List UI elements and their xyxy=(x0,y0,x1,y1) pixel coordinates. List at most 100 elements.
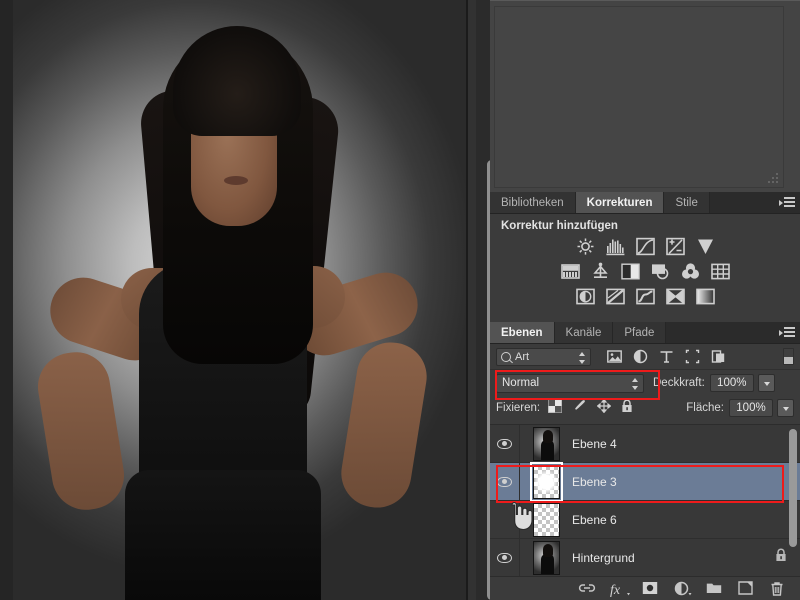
layer-name[interactable]: Ebene 4 xyxy=(572,437,617,451)
adjustment-icon-grid xyxy=(490,234,800,306)
layer-name[interactable]: Ebene 6 xyxy=(572,513,617,527)
layers-bottom-toolbar: fx xyxy=(490,576,800,600)
layer-visibility-toggle[interactable] xyxy=(490,425,520,462)
layer-thumbnail xyxy=(532,540,560,575)
new-group-icon[interactable] xyxy=(706,581,722,597)
table-row[interactable]: Ebene 6 xyxy=(490,501,800,539)
table-row[interactable]: Ebene 4 xyxy=(490,425,800,463)
curves-icon[interactable] xyxy=(635,237,656,256)
link-layers-icon[interactable] xyxy=(578,581,596,597)
svg-text:fx: fx xyxy=(610,583,621,597)
layers-panel: Ebenen Kanäle Pfade Art Normal Deckkraft… xyxy=(490,322,800,600)
document-image xyxy=(13,0,466,600)
tab-pfade[interactable]: Pfade xyxy=(613,322,667,343)
lock-image-icon[interactable] xyxy=(572,399,587,418)
selective-color-icon[interactable] xyxy=(665,287,686,306)
fill-slider-button[interactable] xyxy=(777,399,794,417)
filter-type-icon[interactable] xyxy=(659,349,674,364)
layer-thumbnail-cell[interactable] xyxy=(520,461,572,502)
lock-row: Fixieren: Fläche: 100% xyxy=(490,396,800,420)
chevron-updown-icon xyxy=(579,351,586,364)
dock-panels: Bibliotheken Korrekturen Stile Korrektur… xyxy=(490,0,800,600)
adjustments-tabbar: Bibliotheken Korrekturen Stile xyxy=(490,192,800,214)
subject-forearm-left xyxy=(33,347,129,515)
gradient-map-icon[interactable] xyxy=(695,287,716,306)
channel-mixer-icon[interactable] xyxy=(680,262,701,281)
black-white-icon[interactable] xyxy=(620,262,641,281)
fill-value[interactable]: 100% xyxy=(729,399,773,417)
filter-smartobject-icon[interactable] xyxy=(711,349,726,364)
upper-panel-body xyxy=(494,6,784,188)
vibrance-icon[interactable] xyxy=(695,237,716,256)
layer-thumbnail xyxy=(529,461,563,502)
color-lookup-icon[interactable] xyxy=(710,262,731,281)
lock-label: Fixieren: xyxy=(496,402,541,414)
subject-lips xyxy=(224,176,248,185)
lock-position-icon[interactable] xyxy=(596,398,612,418)
upper-empty-panel xyxy=(490,0,800,192)
blend-opacity-row: Normal Deckkraft: 100% xyxy=(490,370,800,396)
eye-icon xyxy=(497,438,512,449)
lock-transparency-icon[interactable] xyxy=(548,398,563,418)
panel-menu-icon[interactable] xyxy=(779,327,795,339)
adjustment-row-2 xyxy=(490,262,800,281)
blend-mode-dropdown[interactable]: Normal xyxy=(496,373,644,393)
table-row[interactable]: Hintergrund xyxy=(490,539,800,576)
tab-kanaele[interactable]: Kanäle xyxy=(554,322,614,343)
layer-filter-bar: Art xyxy=(490,344,800,370)
color-balance-icon[interactable] xyxy=(590,262,611,281)
threshold-icon[interactable] xyxy=(635,287,656,306)
thumbnail-image xyxy=(533,541,559,574)
chevron-updown-icon xyxy=(632,377,639,390)
posterize-icon[interactable] xyxy=(605,287,626,306)
lock-icons xyxy=(548,398,633,418)
layer-list[interactable]: Ebene 4 Ebene 3 Ebene 6 Hintergrund xyxy=(490,424,800,576)
layer-name[interactable]: Ebene 3 xyxy=(572,475,617,489)
document-canvas[interactable] xyxy=(0,0,468,600)
add-layer-mask-icon[interactable] xyxy=(642,581,658,597)
layer-list-scrollbar[interactable] xyxy=(789,429,797,547)
canvas-left-gutter xyxy=(0,0,13,600)
new-layer-icon[interactable] xyxy=(738,580,754,597)
lock-all-icon[interactable] xyxy=(621,399,633,418)
tab-stile[interactable]: Stile xyxy=(664,192,710,213)
tab-ebenen[interactable]: Ebenen xyxy=(490,322,555,343)
new-adjustment-layer-icon[interactable] xyxy=(674,581,692,597)
tab-korrekturen[interactable]: Korrekturen xyxy=(575,192,665,213)
layer-name[interactable]: Hintergrund xyxy=(572,551,635,565)
layer-thumbnail-cell[interactable] xyxy=(520,540,572,575)
invert-icon[interactable] xyxy=(575,287,596,306)
adjustments-title: Korrektur hinzufügen xyxy=(501,220,618,232)
layer-thumbnail xyxy=(532,426,560,461)
layer-locked-icon xyxy=(775,548,800,567)
opacity-value[interactable]: 100% xyxy=(709,374,754,392)
search-icon xyxy=(501,351,511,362)
adjustments-panel: Bibliotheken Korrekturen Stile Korrektur… xyxy=(490,192,800,322)
levels-icon[interactable] xyxy=(605,237,626,256)
filter-enable-toggle[interactable] xyxy=(783,348,794,365)
tab-bibliotheken[interactable]: Bibliotheken xyxy=(490,192,576,213)
filter-shape-icon[interactable] xyxy=(685,349,700,364)
hand-cursor-icon xyxy=(508,502,534,532)
layer-style-fx-icon[interactable]: fx xyxy=(610,581,630,598)
layer-kind-select[interactable]: Art xyxy=(496,347,591,366)
subject-forearm-right xyxy=(336,337,432,513)
adjustment-row-1 xyxy=(490,237,800,256)
brightness-contrast-icon[interactable] xyxy=(575,237,596,256)
photo-filter-icon[interactable] xyxy=(650,262,671,281)
opacity-slider-button[interactable] xyxy=(757,374,775,392)
hue-saturation-icon[interactable] xyxy=(560,262,581,281)
layer-kind-value: Art xyxy=(515,350,530,363)
resize-grip-icon[interactable] xyxy=(767,172,779,184)
delete-layer-icon[interactable] xyxy=(770,581,786,597)
panel-menu-icon[interactable] xyxy=(779,197,795,209)
layer-thumbnail xyxy=(532,502,560,537)
layer-type-filters xyxy=(607,349,726,364)
layer-visibility-toggle[interactable] xyxy=(490,539,520,576)
table-row[interactable]: Ebene 3 xyxy=(490,461,800,502)
layer-thumbnail-cell[interactable] xyxy=(520,426,572,461)
layer-visibility-toggle[interactable] xyxy=(490,463,520,500)
exposure-icon[interactable] xyxy=(665,237,686,256)
filter-pixel-icon[interactable] xyxy=(607,349,622,364)
filter-adjustment-icon[interactable] xyxy=(633,349,648,364)
